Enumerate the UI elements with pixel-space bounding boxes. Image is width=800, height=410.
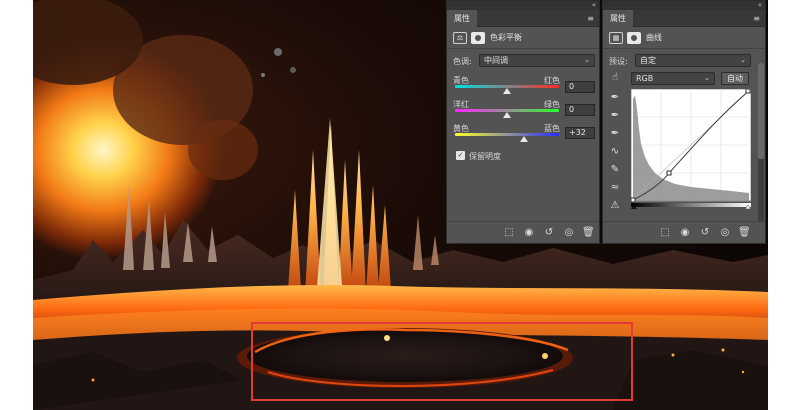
chevron-down-icon: ⌄ xyxy=(740,56,746,64)
collapse-icon[interactable]: « xyxy=(758,1,762,10)
cyan-red-value-input[interactable]: 0 xyxy=(565,81,595,93)
magenta-green-slider-thumb[interactable] xyxy=(503,112,511,118)
preserve-luminosity-checkbox[interactable]: ✓ xyxy=(456,151,465,160)
menu-icon[interactable]: ≡ xyxy=(753,10,760,27)
panel-header: 属性 ≡ xyxy=(603,10,765,27)
panel-title: 色彩平衡 xyxy=(490,33,522,42)
preserve-luminosity-label: 保留明度 xyxy=(469,152,501,161)
panel-footer: ⬚ ◉ ↺ ◎ 🗑 xyxy=(447,221,599,243)
preset-label: 预设: xyxy=(609,57,628,66)
yellow-blue-slider-thumb[interactable] xyxy=(519,136,528,142)
color-balance-properties-panel: « 属性 ≡ ⚖ 色彩平衡 色调: 中间调 ⌄ 青色 红色 0 洋红 绿色 0 … xyxy=(446,0,600,244)
panel-top-bar: « xyxy=(603,1,765,10)
panel-top-bar: « xyxy=(447,1,599,10)
chevron-down-icon: ⌄ xyxy=(584,56,590,64)
clip-layer-icon[interactable]: ⬚ xyxy=(503,227,515,239)
trash-icon[interactable]: 🗑 xyxy=(738,227,751,239)
preset-select-value: 自定 xyxy=(640,56,656,65)
reset-icon[interactable]: ↺ xyxy=(699,227,711,239)
panel-scrollbar[interactable] xyxy=(758,63,764,221)
yellow-blue-track[interactable] xyxy=(455,133,559,136)
panel-title: 曲线 xyxy=(646,33,662,42)
view-previous-icon[interactable]: ◉ xyxy=(523,227,535,239)
panel-titlebar: ▦ 曲线 xyxy=(603,27,765,49)
mask-icon[interactable] xyxy=(627,32,641,44)
scrollbar-thumb[interactable] xyxy=(758,63,764,159)
smooth-icon[interactable]: ≈ xyxy=(607,181,623,195)
tone-label: 色调: xyxy=(453,57,472,66)
channel-select-value: RGB xyxy=(636,74,654,83)
menu-icon[interactable]: ≡ xyxy=(587,10,594,27)
view-previous-icon[interactable]: ◉ xyxy=(679,227,691,239)
curve-points-icon[interactable]: ∿ xyxy=(607,145,623,159)
collapse-icon[interactable]: « xyxy=(592,1,596,10)
adjustment-icon: ⚖ xyxy=(453,32,467,44)
yellow-blue-value-input[interactable]: +32 xyxy=(565,127,595,139)
clipping-warning-icon[interactable]: ⚠ xyxy=(607,199,623,213)
tab-properties[interactable]: 属性 xyxy=(603,10,633,27)
curve-point[interactable] xyxy=(745,89,751,94)
visibility-icon[interactable]: ◎ xyxy=(563,227,575,239)
channel-select[interactable]: RGB ⌄ xyxy=(631,72,715,85)
curves-graph[interactable] xyxy=(631,89,751,209)
curves-properties-panel: « 属性 ≡ ▦ 曲线 预设: 自定 ⌄ ☝ RGB ⌄ 自动 ✒ ✒ ✒ ∿ … xyxy=(602,0,766,244)
on-image-adjust-icon[interactable]: ☝ xyxy=(607,71,623,85)
trash-icon[interactable]: 🗑 xyxy=(582,227,595,239)
highlight-rectangle xyxy=(251,322,633,401)
panel-header: 属性 ≡ xyxy=(447,10,599,27)
reset-icon[interactable]: ↺ xyxy=(543,227,555,239)
tone-select[interactable]: 中间调 ⌄ xyxy=(479,54,595,67)
chevron-down-icon: ⌄ xyxy=(704,74,710,82)
visibility-icon[interactable]: ◎ xyxy=(719,227,731,239)
pencil-icon[interactable]: ✎ xyxy=(607,163,623,177)
curve-point[interactable] xyxy=(631,197,636,203)
panel-footer: ⬚ ◉ ↺ ◎ 🗑 xyxy=(603,221,765,243)
curves-adjustment-icon: ▦ xyxy=(609,32,623,44)
preset-select[interactable]: 自定 ⌄ xyxy=(635,54,751,67)
cyan-red-slider-thumb[interactable] xyxy=(503,88,511,94)
tone-select-value: 中间调 xyxy=(484,56,508,65)
panel-titlebar: ⚖ 色彩平衡 xyxy=(447,27,599,49)
magenta-green-value-input[interactable]: 0 xyxy=(565,104,595,116)
white-point-eyedropper-icon[interactable]: ✒ xyxy=(607,127,623,141)
clip-layer-icon[interactable]: ⬚ xyxy=(659,227,671,239)
screenshot: « 属性 ≡ ⚖ 色彩平衡 色调: 中间调 ⌄ 青色 红色 0 洋红 绿色 0 … xyxy=(0,0,800,410)
mask-icon[interactable] xyxy=(471,32,485,44)
gray-point-eyedropper-icon[interactable]: ✒ xyxy=(607,109,623,123)
tab-properties[interactable]: 属性 xyxy=(447,10,477,27)
auto-button[interactable]: 自动 xyxy=(721,72,749,85)
black-point-eyedropper-icon[interactable]: ✒ xyxy=(607,91,623,105)
curve-point[interactable] xyxy=(666,170,672,176)
